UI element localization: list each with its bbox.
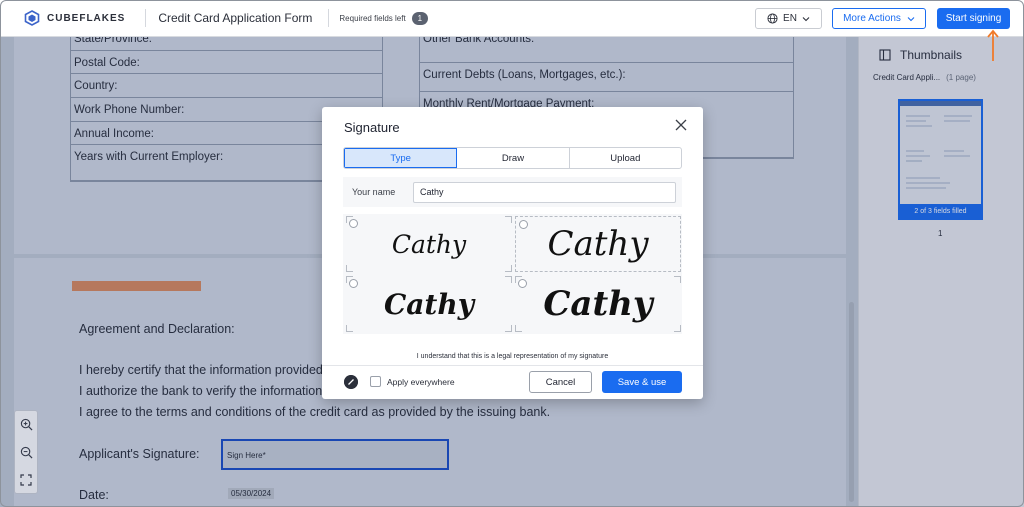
save-and-use-button[interactable]: Save & use <box>602 371 682 393</box>
signature-option-3[interactable]: Cathy <box>346 276 512 332</box>
chevron-down-icon <box>907 16 915 21</box>
pen-icon[interactable] <box>344 375 358 389</box>
required-fields-count-badge: 1 <box>411 11 429 25</box>
start-signing-button[interactable]: Start signing <box>937 8 1010 29</box>
more-actions-button[interactable]: More Actions <box>832 8 926 29</box>
signature-preview: Cathy <box>543 284 653 324</box>
close-icon[interactable] <box>674 118 688 132</box>
signature-options: Cathy Cathy Cathy Cathy <box>343 214 682 334</box>
divider <box>328 9 330 27</box>
signature-option-2[interactable]: Cathy <box>515 216 681 272</box>
signature-option-1[interactable]: Cathy <box>346 216 512 272</box>
dialog-title: Signature <box>344 120 400 135</box>
top-bar: CUBEFLAKES Credit Card Application Form … <box>0 0 1024 37</box>
more-actions-label: More Actions <box>843 13 901 24</box>
your-name-input[interactable] <box>413 181 676 203</box>
signature-preview: Cathy <box>391 229 467 259</box>
tab-draw[interactable]: Draw <box>457 148 570 168</box>
apply-everywhere-label: Apply everywhere <box>387 377 455 387</box>
name-row: Your name <box>343 177 682 207</box>
signature-mode-tabs: Type Draw Upload <box>343 147 682 169</box>
language-select[interactable]: EN <box>755 8 822 29</box>
arrow-up-icon <box>987 29 999 61</box>
document-title: Credit Card Application Form <box>158 11 313 25</box>
legal-disclaimer: I understand that this is a legal repres… <box>416 353 609 360</box>
your-name-label: Your name <box>352 187 396 197</box>
signature-preview: Cathy <box>547 224 649 264</box>
tab-upload[interactable]: Upload <box>570 148 681 168</box>
signature-preview: Cathy <box>384 287 474 321</box>
divider <box>145 9 147 27</box>
cube-logo-icon <box>24 10 40 26</box>
divider <box>322 365 703 366</box>
required-fields-label: Required fields left <box>339 13 406 23</box>
chevron-down-icon <box>802 16 810 21</box>
tab-type[interactable]: Type <box>344 148 458 168</box>
signature-dialog: Signature Type Draw Upload Your name Cat… <box>322 107 703 399</box>
logo-text: CUBEFLAKES <box>47 12 126 24</box>
globe-icon <box>767 13 778 24</box>
language-label: EN <box>783 13 797 24</box>
apply-everywhere-checkbox[interactable] <box>370 376 381 387</box>
signature-option-4[interactable]: Cathy <box>515 276 681 332</box>
cancel-button[interactable]: Cancel <box>529 371 592 393</box>
logo: CUBEFLAKES <box>24 10 125 26</box>
